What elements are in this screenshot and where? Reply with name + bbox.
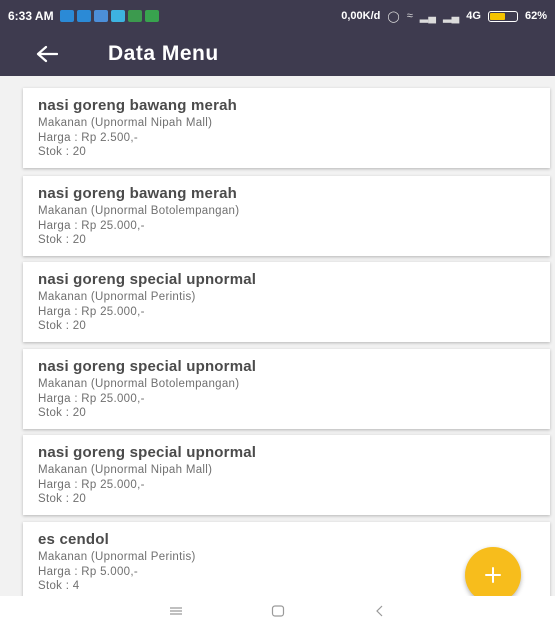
app-bar: Data Menu bbox=[0, 32, 555, 76]
status-right: 0,00K/d ◯ ≈ ▂▄ ▂▄ 4G 62% bbox=[341, 10, 547, 23]
menu-item-price: Harga : Rp 25.000,- bbox=[38, 478, 145, 491]
menu-item-price: Harga : Rp 2.500,- bbox=[38, 131, 139, 144]
battery-icon bbox=[487, 10, 518, 22]
menu-item-category: Makanan (Upnormal Perintis) bbox=[38, 551, 196, 563]
menu-card[interactable]: nasi goreng special upnormal Makanan (Up… bbox=[23, 262, 550, 342]
notification-icon-1 bbox=[59, 10, 74, 22]
home-square-icon[interactable] bbox=[270, 604, 286, 618]
battery-fill bbox=[489, 12, 506, 20]
menu-item-name: es cendol bbox=[38, 531, 109, 548]
menu-item-category: Makanan (Upnormal Botolempangan) bbox=[38, 378, 240, 390]
menu-item-stock: Stok : 20 bbox=[38, 320, 87, 332]
wifi-icon: ≈ bbox=[406, 10, 413, 22]
battery-percent: 62% bbox=[524, 10, 547, 22]
menu-item-price: Harga : Rp 25.000,- bbox=[38, 392, 145, 405]
menu-item-stock: Stok : 20 bbox=[38, 146, 87, 158]
menu-item-category: Makanan (Upnormal Botolempangan) bbox=[38, 205, 240, 217]
alarm-icon: ◯ bbox=[387, 10, 400, 23]
menu-item-name: nasi goreng special upnormal bbox=[38, 358, 257, 375]
page-title: Data Menu bbox=[108, 42, 219, 65]
menu-item-name: nasi goreng special upnormal bbox=[38, 271, 257, 288]
menu-item-price: Harga : Rp 25.000,- bbox=[38, 305, 145, 318]
notification-icon-5 bbox=[127, 10, 142, 22]
menu-item-stock: Stok : 20 bbox=[38, 493, 87, 505]
menu-item-stock: Stok : 20 bbox=[38, 234, 87, 246]
menu-card[interactable]: nasi goreng bawang merah Makanan (Upnorm… bbox=[23, 88, 550, 168]
menu-item-stock: Stok : 4 bbox=[38, 580, 80, 592]
status-bar: 6:33 AM 0,00K/d ◯ ≈ ▂▄ ▂▄ 4G 62% bbox=[0, 0, 555, 32]
menu-list[interactable]: nasi goreng bawang merah Makanan (Upnorm… bbox=[0, 76, 555, 596]
network-type: 4G bbox=[466, 10, 481, 22]
system-nav-bar bbox=[0, 596, 555, 626]
menu-icon[interactable] bbox=[168, 604, 184, 618]
menu-item-category: Makanan (Upnormal Perintis) bbox=[38, 291, 196, 303]
menu-card[interactable]: nasi goreng bawang merah Makanan (Upnorm… bbox=[23, 176, 550, 256]
signal-icon-2: ▂▄ bbox=[443, 10, 460, 23]
menu-card[interactable]: nasi goreng special upnormal Makanan (Up… bbox=[23, 435, 550, 515]
arrow-left-icon[interactable] bbox=[36, 45, 58, 63]
status-time: 6:33 AM bbox=[8, 9, 54, 23]
notification-icon-6 bbox=[144, 10, 159, 22]
notification-icon-3 bbox=[93, 10, 108, 22]
network-speed: 0,00K/d bbox=[341, 10, 381, 22]
notification-icon-2 bbox=[76, 10, 91, 22]
menu-item-price: Harga : Rp 5.000,- bbox=[38, 565, 139, 578]
menu-item-name: nasi goreng bawang merah bbox=[38, 97, 238, 114]
menu-item-stock: Stok : 20 bbox=[38, 407, 87, 419]
menu-item-price: Harga : Rp 25.000,- bbox=[38, 219, 145, 232]
add-menu-button[interactable] bbox=[465, 547, 521, 603]
plus-icon bbox=[485, 567, 501, 583]
back-chevron-icon[interactable] bbox=[372, 604, 388, 618]
signal-icon: ▂▄ bbox=[419, 10, 437, 23]
notification-icon-4 bbox=[110, 10, 125, 22]
menu-item-category: Makanan (Upnormal Nipah Mall) bbox=[38, 464, 213, 476]
menu-item-name: nasi goreng special upnormal bbox=[38, 444, 257, 461]
menu-item-name: nasi goreng bawang merah bbox=[38, 185, 238, 202]
menu-card[interactable]: nasi goreng special upnormal Makanan (Up… bbox=[23, 349, 550, 429]
notification-icons bbox=[59, 10, 159, 22]
menu-item-category: Makanan (Upnormal Nipah Mall) bbox=[38, 117, 213, 129]
